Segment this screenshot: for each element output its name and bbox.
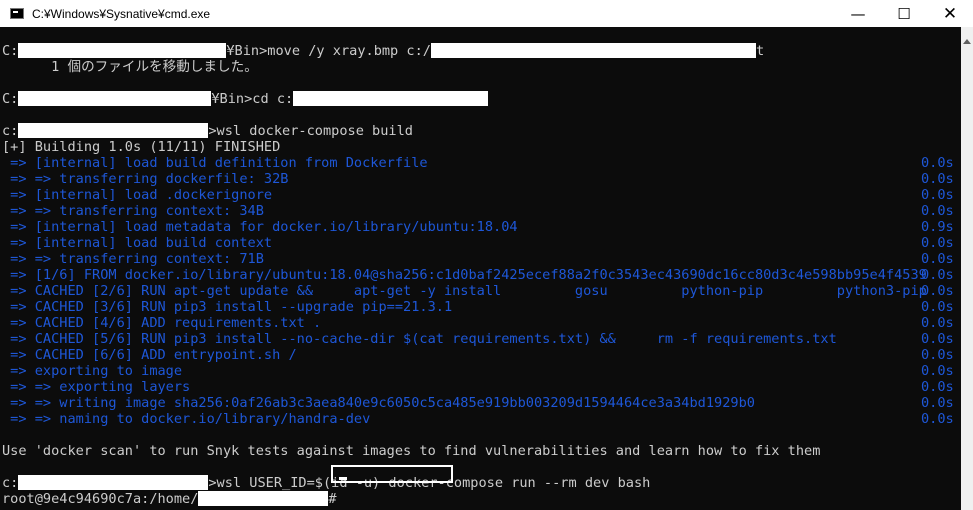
build-step-line: => CACHED [5/6] RUN pip3 install --no-ca… — [2, 331, 837, 347]
build-step-time: 0.0s — [921, 267, 954, 283]
build-step-line: => [internal] load build definition from… — [2, 155, 428, 171]
build-step-line: => => transferring dockerfile: 32B — [2, 171, 289, 187]
window-title: C:¥Windows¥Sysnative¥cmd.exe — [32, 6, 211, 21]
build-step-time: 0.0s — [921, 203, 954, 219]
vertical-scrollbar[interactable] — [961, 27, 973, 510]
build-step-line: => => transferring context: 71B — [2, 251, 264, 267]
build-step-line: => [1/6] FROM docker.io/library/ubuntu:1… — [2, 267, 927, 283]
build-step-time: 0.0s — [921, 283, 954, 299]
redacted-block — [430, 43, 756, 58]
title-bar[interactable]: C:¥Windows¥Sysnative¥cmd.exe — ☐ ✕ — [0, 0, 973, 27]
redacted-block — [198, 491, 329, 506]
redacted-input-box — [331, 465, 453, 483]
build-step-time: 0.0s — [921, 363, 954, 379]
console-line: c: >wsl USER_ID=$(id -u) docker-compose r… — [2, 475, 651, 491]
minimize-button[interactable]: — — [835, 0, 881, 27]
cmd-window: C:¥Windows¥Sysnative¥cmd.exe — ☐ ✕ C: ¥Bi… — [0, 0, 973, 510]
build-step-line: => CACHED [6/6] ADD entrypoint.sh / — [2, 347, 297, 363]
build-step-line: => [internal] load metadata for docker.i… — [2, 219, 518, 235]
cmd-app-icon[interactable] — [10, 8, 24, 19]
redacted-block — [18, 43, 227, 58]
build-step-time: 0.0s — [921, 251, 954, 267]
shell-prompt: root@9e4c94690c7a:/home/# — [2, 491, 337, 507]
build-step-line: => => naming to docker.io/library/handra… — [2, 411, 371, 427]
build-step-line: => [internal] load .dockerignore — [2, 187, 273, 203]
build-step-time: 0.0s — [921, 315, 954, 331]
build-step-line: => CACHED [3/6] RUN pip3 install --upgra… — [2, 299, 453, 315]
text-cursor — [339, 477, 347, 480]
build-step-line: => => transferring context: 34B — [2, 203, 264, 219]
redacted-block — [18, 91, 212, 106]
build-step-time: 0.0s — [921, 171, 954, 187]
build-step-time: 0.0s — [921, 155, 954, 171]
build-step-line: => => exporting layers — [2, 379, 191, 395]
maximize-button[interactable]: ☐ — [881, 0, 927, 27]
console-line: 1 個のファイルを移動しました。 — [2, 59, 258, 75]
scroll-up-arrow-icon[interactable] — [963, 39, 971, 44]
build-step-time: 0.0s — [921, 187, 954, 203]
console-line: C: ¥Bin>move /y xray.bmp c:/t — [2, 43, 765, 59]
build-step-time: 0.0s — [921, 235, 954, 251]
build-step-line: => [internal] load build context — [2, 235, 273, 251]
build-step-time: 0.0s — [921, 299, 954, 315]
build-step-time: 0.0s — [921, 411, 954, 427]
build-step-time: 0.0s — [921, 331, 954, 347]
build-step-time: 0.0s — [921, 347, 954, 363]
redacted-block — [18, 475, 209, 490]
console-line: C: ¥Bin>cd c: — [2, 91, 489, 107]
build-step-line: => CACHED [2/6] RUN apt-get update && ap… — [2, 283, 927, 299]
console-line: [+] Building 1.0s (11/11) FINISHED — [2, 139, 281, 155]
redacted-block — [18, 123, 209, 138]
console-line: Use 'docker scan' to run Snyk tests agai… — [2, 443, 821, 459]
build-step-time: 0.0s — [921, 395, 954, 411]
build-step-line: => exporting to image — [2, 363, 183, 379]
redacted-block — [293, 91, 489, 106]
close-button[interactable]: ✕ — [927, 0, 973, 27]
build-step-time: 0.0s — [921, 379, 954, 395]
build-step-line: => => writing image sha256:0af26ab3c3aea… — [2, 395, 755, 411]
console-line: c: >wsl docker-compose build — [2, 123, 413, 139]
build-step-line: => CACHED [4/6] ADD requirements.txt . — [2, 315, 322, 331]
build-step-time: 0.9s — [921, 219, 954, 235]
console-output[interactable]: C: ¥Bin>move /y xray.bmp c:/t 1 個のファイルを移動… — [0, 27, 961, 510]
window-controls: — ☐ ✕ — [835, 0, 973, 27]
